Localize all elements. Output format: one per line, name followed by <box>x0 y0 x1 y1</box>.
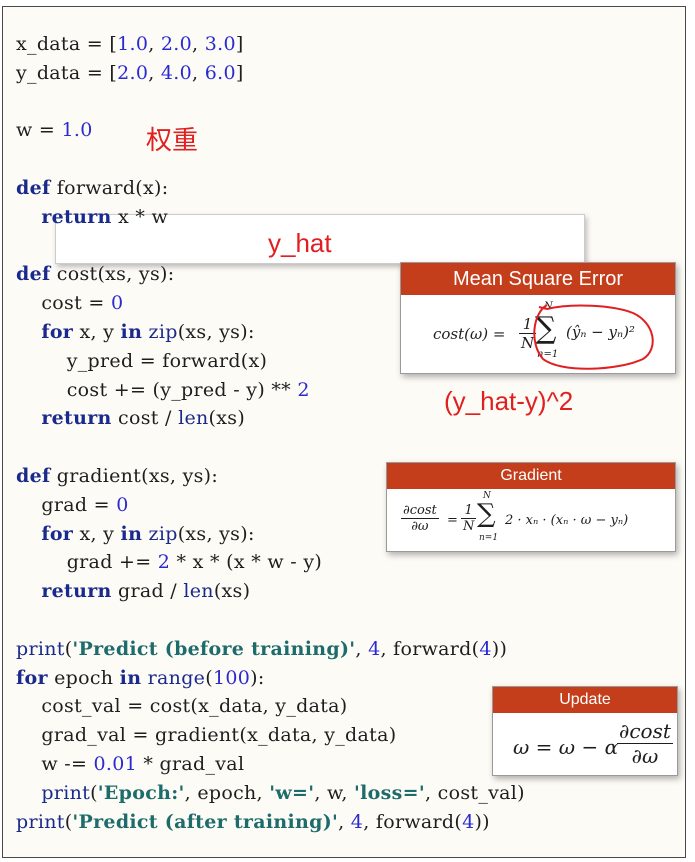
code-line: w -= 0.01 * grad_val <box>16 752 245 775</box>
gradient-equals: = <box>447 513 458 528</box>
squared-error-annotation: (y_hat-y)^2 <box>444 386 574 416</box>
update-frac-den: ∂ω <box>631 744 659 768</box>
update-fraction: ∂cost ∂ω <box>617 719 673 768</box>
code-line: print('Predict (before training)', 4, fo… <box>16 637 508 660</box>
code-line: w = 1.0 <box>16 119 93 142</box>
code-line: grad_val = gradient(x_data, y_data) <box>16 724 397 747</box>
update-lhs: ω = ω − α <box>513 735 619 759</box>
code-line: y_data = [2.0, 4.0, 6.0] <box>16 61 244 84</box>
gradient-sum-bottom: n=1 <box>479 533 499 543</box>
code-line: print('Epoch:', epoch, 'w=', w, 'loss=',… <box>41 781 525 804</box>
mse-box-title: Mean Square Error <box>401 263 675 295</box>
sigma-icon: ∑ <box>477 499 496 529</box>
update-formula-box: Update ω = ω − α ∂cost ∂ω <box>492 686 678 776</box>
y-hat-annotation: y_hat <box>268 228 332 258</box>
mse-lhs: cost(ω) = <box>433 325 506 343</box>
code-line: print('Predict (after training)', 4, for… <box>16 810 490 833</box>
code-line: def forward(x): <box>16 176 169 199</box>
gradient-fraction: 1 N <box>461 503 477 534</box>
code-line: grad += 2 * x * (x * w - y) <box>16 551 323 574</box>
red-circle-mark-icon <box>533 304 654 370</box>
gradient-lhs-num: ∂cost <box>401 503 439 519</box>
gradient-lhs-den: ∂ω <box>411 519 429 534</box>
gradient-frac-num: 1 <box>461 503 477 519</box>
code-line: return grad / len(xs) <box>41 580 251 603</box>
weight-annotation: 权重 <box>146 125 199 155</box>
code-line: cost_val = cost(x_data, y_data) <box>16 695 348 718</box>
code-listing: x_data = [1.0, 2.0, 3.0] y_data = [2.0, 4… <box>16 30 525 836</box>
update-box-title: Update <box>493 687 677 713</box>
gradient-frac-den: N <box>463 519 475 534</box>
gradient-lhs-fraction: ∂cost ∂ω <box>401 503 439 534</box>
gradient-term: 2 · xₙ · (xₙ · ω − yₙ) <box>505 513 629 528</box>
gradient-formula-box: Gradient ∂cost ∂ω = 1 N N ∑ n=1 2 · xₙ ·… <box>386 462 676 552</box>
code-line: x_data = [1.0, 2.0, 3.0] <box>16 33 244 55</box>
mse-formula-box: Mean Square Error cost(ω) = 1 N N ∑ n=1 … <box>400 262 676 374</box>
update-frac-num: ∂cost <box>617 719 673 744</box>
gradient-box-title: Gradient <box>387 463 675 489</box>
code-line: for epoch in range(100): <box>16 666 265 689</box>
